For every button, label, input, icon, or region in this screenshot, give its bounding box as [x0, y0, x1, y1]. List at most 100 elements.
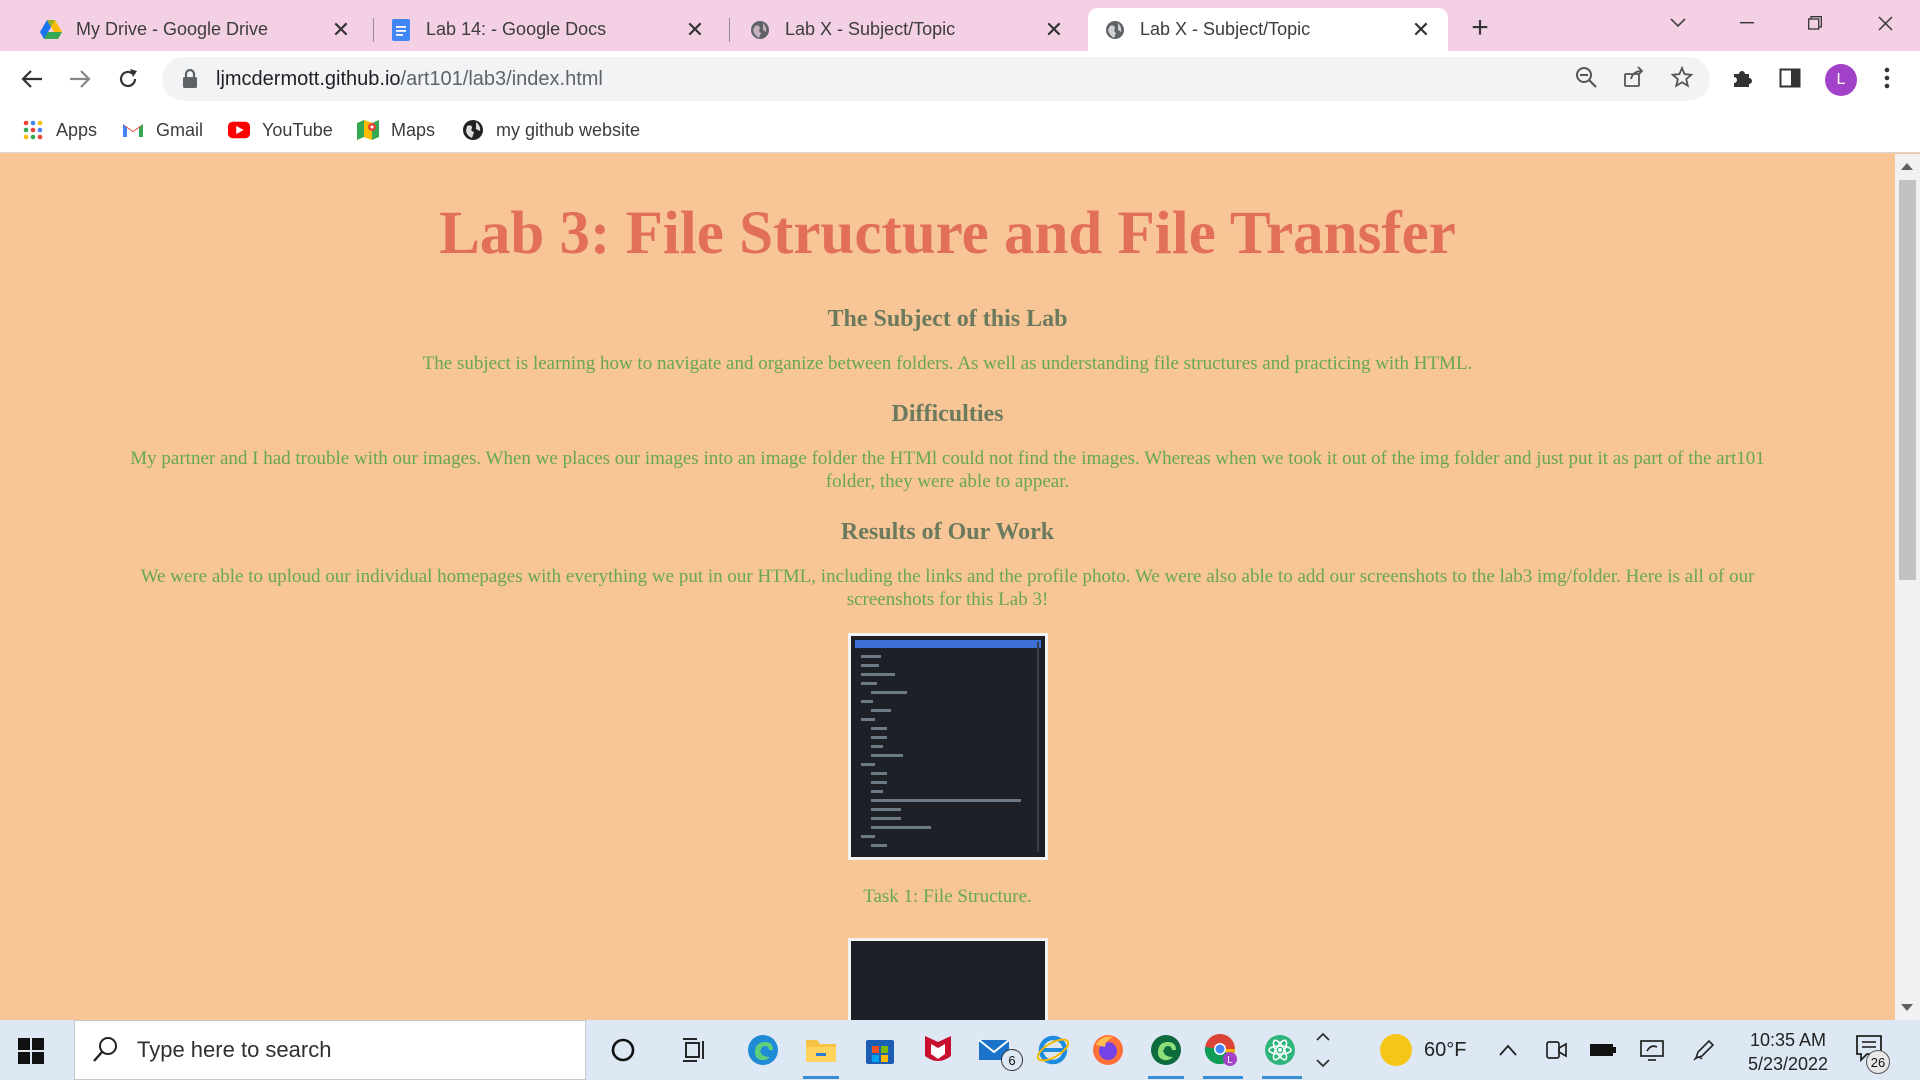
- weather-temperature: 60°F: [1424, 1038, 1467, 1061]
- bookmark-youtube[interactable]: YouTube: [228, 114, 333, 146]
- scroll-up-icon[interactable]: [1901, 163, 1913, 170]
- bookmark-label: Apps: [56, 119, 98, 140]
- close-icon[interactable]: ✕: [1043, 17, 1065, 42]
- bookmark-label: Maps: [391, 119, 436, 140]
- active-app-indicator: [1203, 1076, 1243, 1079]
- tab-separator: [729, 18, 730, 42]
- screenshot-2: [847, 938, 1048, 1020]
- mcafee-icon[interactable]: [920, 1032, 956, 1068]
- scroll-down-icon[interactable]: [1901, 1004, 1913, 1011]
- active-app-indicator: [803, 1076, 839, 1079]
- firefox-icon[interactable]: [1090, 1032, 1126, 1068]
- url-text[interactable]: ljmcdermott.github.io/art101/lab3/index.…: [216, 68, 603, 91]
- task-view-icon[interactable]: [677, 1032, 713, 1068]
- tab-search-chevron-icon[interactable]: [1655, 6, 1701, 40]
- reload-button[interactable]: [110, 61, 146, 97]
- tab-lab-x-active[interactable]: Lab X - Subject/Topic ✕: [1088, 8, 1448, 51]
- more-menu-icon[interactable]: [1872, 63, 1902, 93]
- tab-my-drive[interactable]: My Drive - Google Drive ✕: [24, 8, 368, 51]
- profile-avatar[interactable]: L: [1825, 64, 1857, 96]
- bookmark-label: my github website: [496, 119, 641, 140]
- tab-lab-x[interactable]: Lab X - Subject/Topic ✕: [733, 8, 1081, 51]
- bookmark-apps[interactable]: Apps: [22, 114, 97, 146]
- bookmark-maps[interactable]: Maps: [357, 114, 435, 146]
- search-placeholder: Type here to search: [137, 1037, 332, 1062]
- maps-icon: [357, 119, 379, 141]
- google-docs-icon: [390, 18, 412, 41]
- section-text-subject: The subject is learning how to navigate …: [422, 353, 1473, 374]
- display-settings-icon[interactable]: [1634, 1032, 1670, 1068]
- section-heading-results: Results of Our Work: [840, 519, 1055, 545]
- tab-title: Lab 14: - Google Docs: [426, 19, 607, 39]
- close-window-button[interactable]: [1862, 6, 1908, 40]
- cortana-icon[interactable]: [605, 1032, 641, 1068]
- side-panel-icon[interactable]: [1775, 63, 1805, 93]
- page-title: Lab 3: File Structure and File Transfer: [439, 200, 1456, 267]
- section-heading-difficulties: Difficulties: [891, 401, 1004, 427]
- windows-start-icon[interactable]: [18, 1038, 44, 1064]
- clock-date: 5/23/2022: [1747, 1054, 1829, 1074]
- screenshot-caption: Task 1: File Structure.: [863, 886, 1032, 907]
- gmail-icon: [122, 119, 144, 141]
- edge-browser-icon[interactable]: [745, 1032, 781, 1068]
- browser-toolbar: ljmcdermott.github.io/art101/lab3/index.…: [0, 51, 1920, 106]
- pen-icon[interactable]: [1686, 1032, 1722, 1068]
- bookmark-label: YouTube: [262, 119, 333, 140]
- back-button[interactable]: [14, 61, 50, 97]
- battery-icon[interactable]: [1585, 1032, 1621, 1068]
- share-icon[interactable]: [1620, 63, 1648, 91]
- bookmark-github-website[interactable]: my github website: [462, 114, 640, 146]
- bookmark-label: Gmail: [156, 119, 204, 140]
- zoom-out-icon[interactable]: [1572, 63, 1600, 91]
- globe-icon: [1104, 19, 1126, 41]
- meet-now-icon[interactable]: [1538, 1032, 1574, 1068]
- address-bar[interactable]: ljmcdermott.github.io/art101/lab3/index.…: [162, 57, 1710, 101]
- file-explorer-icon[interactable]: [803, 1032, 839, 1068]
- new-tab-button[interactable]: +: [1462, 10, 1498, 46]
- bookmark-star-icon[interactable]: [1668, 63, 1696, 91]
- microsoft-store-icon[interactable]: [862, 1032, 898, 1068]
- screenshot-highlight-row: [854, 640, 1041, 648]
- restore-button[interactable]: [1792, 6, 1838, 40]
- close-icon[interactable]: ✕: [1410, 17, 1432, 42]
- weather-sun-icon: [1380, 1034, 1412, 1066]
- google-drive-icon: [40, 19, 62, 41]
- youtube-icon: [228, 119, 250, 141]
- scrollbar-thumb[interactable]: [1899, 180, 1916, 580]
- edge-dev-icon[interactable]: [1148, 1032, 1184, 1068]
- clock-time: 10:35 AM: [1749, 1030, 1827, 1050]
- bookmark-gmail[interactable]: Gmail: [122, 114, 203, 146]
- show-hidden-icons-chevron-icon[interactable]: [1490, 1032, 1526, 1068]
- active-app-indicator: [1148, 1076, 1184, 1079]
- notification-count-badge: 26: [1866, 1050, 1890, 1074]
- page-viewport: Lab 3: File Structure and File Transfer …: [0, 154, 1895, 1020]
- bookmarks-bar: Apps Gmail YouTube Maps my github websit…: [0, 106, 1920, 153]
- active-app-indicator: [1262, 1076, 1302, 1079]
- atom-icon[interactable]: [1262, 1032, 1298, 1068]
- mail-badge: 6: [1001, 1049, 1023, 1071]
- weather-widget[interactable]: 60°F: [1380, 1020, 1466, 1080]
- taskbar-scroll-arrows-icon[interactable]: [1310, 1032, 1336, 1068]
- system-clock[interactable]: 10:35 AM 5/23/2022: [1728, 1028, 1848, 1076]
- lock-icon[interactable]: [182, 68, 200, 89]
- taskbar-search-box[interactable]: Type here to search: [74, 1020, 586, 1080]
- internet-explorer-icon[interactable]: [1035, 1032, 1071, 1068]
- chrome-icon[interactable]: L: [1203, 1032, 1239, 1068]
- page-scrollbar[interactable]: [1895, 154, 1920, 1020]
- tab-lab-14-docs[interactable]: Lab 14: - Google Docs ✕: [374, 8, 722, 51]
- file-structure-screenshot: [847, 633, 1048, 860]
- apps-grid-icon: [22, 119, 44, 141]
- tab-strip: My Drive - Google Drive ✕ Lab 14: - Goog…: [0, 0, 1920, 51]
- web-page: Lab 3: File Structure and File Transfer …: [0, 154, 1895, 1020]
- minimize-button[interactable]: [1724, 6, 1770, 40]
- section-text-difficulties: My partner and I had trouble with our im…: [130, 448, 1765, 492]
- url-path: /art101/lab3/index.html: [400, 67, 603, 90]
- forward-button[interactable]: [62, 61, 98, 97]
- extensions-puzzle-icon[interactable]: [1727, 63, 1757, 93]
- close-icon[interactable]: ✕: [330, 17, 352, 42]
- url-domain: ljmcdermott.github.io: [216, 67, 401, 90]
- globe-icon: [749, 19, 771, 41]
- tab-title: Lab X - Subject/Topic: [1140, 19, 1311, 39]
- search-icon: [91, 1034, 123, 1066]
- close-icon[interactable]: ✕: [684, 17, 706, 42]
